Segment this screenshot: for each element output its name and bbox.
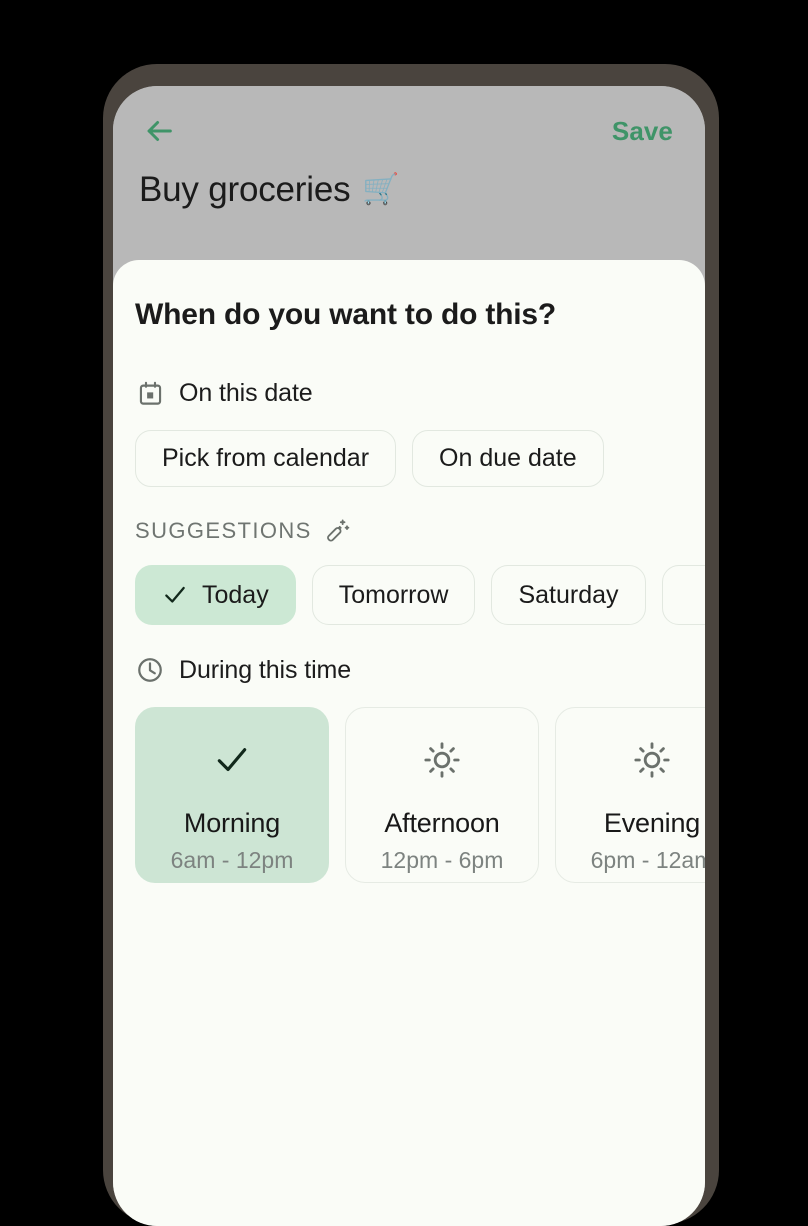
suggestion-chip-row: Today Tomorrow Saturday	[135, 565, 705, 625]
suggestions-label: SUGGESTIONS	[135, 518, 312, 543]
suggestion-chip-overflow[interactable]	[661, 565, 705, 625]
back-arrow-icon[interactable]	[139, 111, 179, 151]
suggestions-header: SUGGESTIONS	[135, 517, 683, 545]
date-option-row: Pick from calendar On due date	[135, 430, 683, 487]
date-section-header: On this date	[135, 378, 683, 408]
clock-icon	[135, 655, 165, 685]
check-icon	[162, 582, 188, 608]
shopping-cart-icon: 🛒	[362, 173, 400, 206]
sun-icon	[633, 738, 671, 782]
suggestion-chip-today[interactable]: Today	[135, 565, 296, 625]
time-section-header: During this time	[135, 655, 683, 685]
time-card-row: Morning 6am - 12pm Afternoon 12pm - 6pm …	[135, 707, 705, 883]
time-section-label: During this time	[179, 655, 352, 684]
time-card-range: 12pm - 6pm	[380, 847, 504, 873]
save-button[interactable]: Save	[606, 112, 679, 151]
time-card-label: Morning	[183, 808, 281, 838]
time-card-label: Evening	[603, 808, 701, 838]
calendar-icon	[135, 378, 165, 408]
on-due-date-button[interactable]: On due date	[412, 430, 604, 487]
suggestion-chip-tomorrow[interactable]: Tomorrow	[311, 565, 476, 625]
time-card-afternoon[interactable]: Afternoon 12pm - 6pm	[345, 707, 539, 883]
sheet-question: When do you want to do this?	[135, 298, 557, 331]
pick-from-calendar-button[interactable]: Pick from calendar	[135, 430, 397, 487]
suggestion-chip-label: Saturday	[518, 580, 619, 609]
check-icon	[213, 738, 251, 782]
time-card-label: Afternoon	[384, 808, 500, 838]
scheduling-sheet: When do you want to do this? On this dat…	[113, 260, 705, 1226]
magic-wand-icon	[324, 517, 352, 545]
task-title-row: Buy groceries 🛒	[135, 170, 683, 210]
suggestion-chip-saturday[interactable]: Saturday	[491, 565, 646, 625]
suggestion-chip-label: Tomorrow	[338, 580, 449, 609]
time-card-evening[interactable]: Evening 6pm - 12am	[555, 707, 705, 883]
time-card-range: 6am - 12pm	[170, 847, 294, 873]
suggestion-chip-label: Today	[202, 580, 269, 609]
phone-screen: Save Buy groceries 🛒 When do you want to…	[113, 86, 705, 1226]
date-section-label: On this date	[179, 378, 313, 407]
sun-icon	[423, 738, 461, 782]
task-title: Buy groceries	[139, 170, 351, 209]
header-toolbar: Save	[135, 86, 683, 176]
time-card-range: 6pm - 12am	[590, 847, 705, 873]
time-card-morning[interactable]: Morning 6am - 12pm	[135, 707, 329, 883]
app-header: Save Buy groceries 🛒	[113, 86, 705, 260]
